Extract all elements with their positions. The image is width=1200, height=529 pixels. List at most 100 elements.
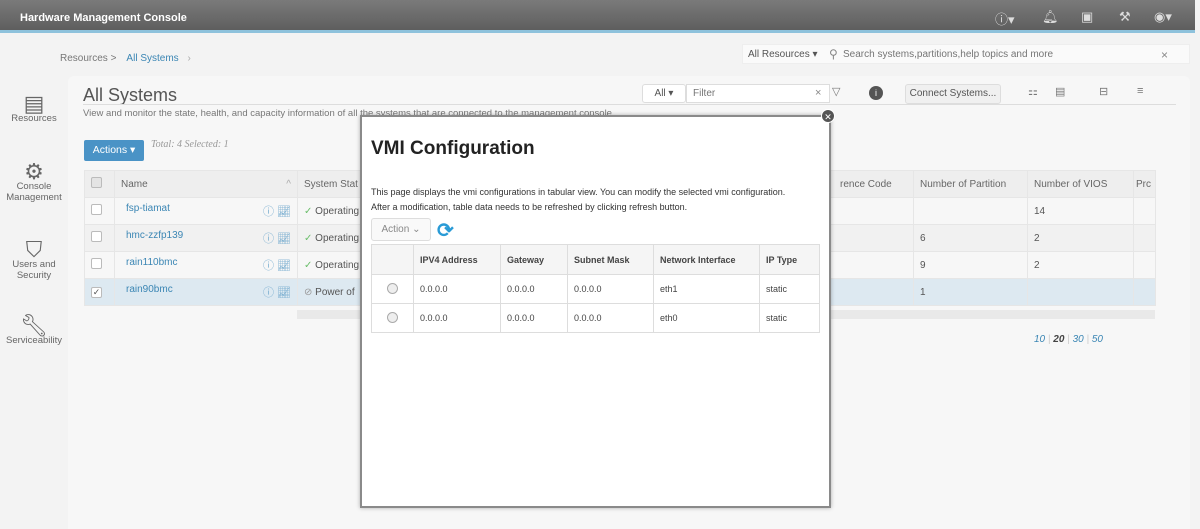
column-network-interface[interactable]: Network Interface (653, 244, 760, 275)
partitions-cell: 9 (913, 251, 1028, 279)
partitions-cell (913, 197, 1028, 225)
vios-cell: 14 (1027, 197, 1134, 225)
performance-chart-icon[interactable]: 📈︎ (277, 260, 291, 272)
system-name-cell: rain90bmc ⓘ 📈︎ (114, 278, 298, 306)
row-checkbox[interactable] (91, 231, 102, 242)
column-ip-type[interactable]: IP Type (759, 244, 820, 275)
page-size-50[interactable]: 50 (1092, 334, 1103, 345)
column-status[interactable]: System Stat (297, 170, 368, 198)
column-settings-icon[interactable]: ≡ (1137, 85, 1143, 97)
breadcrumb-resources[interactable]: Resources > (60, 53, 116, 64)
row-checkbox[interactable] (91, 204, 102, 215)
row-checkbox[interactable]: ✓ (91, 286, 102, 298)
page-size-20[interactable]: 20 (1053, 334, 1064, 345)
topology-icon[interactable]: ⊟ (1099, 85, 1108, 98)
global-search: All Resources ▾ ⚲ × (742, 44, 1190, 64)
shield-icon: ⛉ (25, 237, 43, 262)
wrench-icon[interactable]: ⚒ (1119, 9, 1131, 25)
sidebar-item-label: Serviceability (6, 335, 62, 346)
sidebar-item-console-management[interactable]: ⚙ Console Management (0, 161, 68, 204)
table-row[interactable]: 0.0.0.0 0.0.0.0 0.0.0.0 eth1 static (371, 274, 820, 304)
cell: 0.0.0.0 (500, 274, 568, 304)
column-subnet[interactable]: Subnet Mask (567, 244, 654, 275)
info-icon[interactable]: ⓘ (263, 206, 274, 218)
column-vios[interactable]: Number of VIOS (1027, 170, 1134, 198)
actions-button[interactable]: Actions ▾ (84, 140, 144, 161)
performance-chart-icon[interactable]: 📈︎ (277, 206, 291, 218)
performance-chart-icon[interactable]: 📈︎ (277, 233, 291, 245)
page-size-10[interactable]: 10 (1034, 334, 1045, 345)
column-name[interactable]: Name ^ (114, 170, 298, 198)
select-all-checkbox[interactable] (91, 177, 102, 188)
grid-view-icon[interactable]: ⚏ (1028, 85, 1038, 98)
row-checkbox[interactable] (91, 258, 102, 269)
sidebar-item-resources[interactable]: ▤ Resources (0, 91, 68, 125)
table-row[interactable]: 0.0.0.0 0.0.0.0 0.0.0.0 eth0 static (371, 303, 820, 333)
app-title: Hardware Management Console (20, 12, 187, 24)
row-select[interactable] (84, 251, 115, 279)
row-select[interactable] (371, 303, 414, 333)
processors-cell (1133, 251, 1156, 279)
status-text: Operating (315, 205, 360, 217)
search-scope-label: All Resources (748, 49, 810, 60)
partitions-cell: 6 (913, 224, 1028, 252)
row-select[interactable] (371, 274, 414, 304)
system-name-link[interactable]: rain90bmc (126, 284, 173, 295)
close-dialog-button[interactable]: ✕ (821, 109, 835, 123)
column-processors[interactable]: Prc (1133, 170, 1156, 198)
info-icon[interactable]: ⓘ (263, 287, 274, 299)
row-select[interactable] (84, 197, 115, 225)
user-icon[interactable]: ◉▾ (1154, 9, 1172, 25)
list-view-icon[interactable]: ▤ (1055, 85, 1065, 98)
sidebar-item-label: Resources (11, 113, 57, 124)
vmi-table: IPV4 Address Gateway Subnet Mask Network… (371, 244, 820, 333)
status-cell: ✓ Operating (297, 224, 368, 252)
info-icon[interactable]: ⓘ (263, 260, 274, 272)
column-gateway[interactable]: Gateway (500, 244, 568, 275)
clipboard-icon[interactable]: ▣ (1081, 9, 1093, 25)
row-select[interactable]: ✓ (84, 278, 115, 306)
performance-chart-icon[interactable]: 📈︎ (277, 287, 291, 299)
row-radio[interactable] (387, 311, 398, 323)
cell: 0.0.0.0 (413, 303, 501, 333)
breadcrumb-all-systems[interactable]: All Systems (126, 53, 178, 64)
processors-cell (1133, 197, 1156, 225)
row-select[interactable] (84, 224, 115, 252)
refresh-icon[interactable]: ⟳ (437, 218, 454, 243)
cell: eth1 (653, 274, 760, 304)
filter-scope-select[interactable]: All ▾ (642, 84, 686, 103)
status-cell: ✓ Operating (297, 197, 368, 225)
help-icon[interactable]: ⓘ▾ (995, 9, 1015, 28)
funnel-icon[interactable]: ▽ (832, 85, 840, 98)
search-clear-icon[interactable]: × (1161, 48, 1168, 62)
filter-input[interactable] (686, 84, 830, 103)
info-icon[interactable]: ⓘ (263, 233, 274, 245)
processors-cell (1133, 278, 1156, 306)
server-icon: ▤ (23, 91, 45, 116)
filter-clear-icon[interactable]: × (815, 87, 821, 99)
info-icon[interactable]: i (869, 86, 883, 100)
page-size-30[interactable]: 30 (1073, 334, 1084, 345)
action-dropdown[interactable]: Action ⌄ (371, 218, 431, 241)
row-radio[interactable] (387, 282, 398, 294)
system-name-link[interactable]: rain110bmc (126, 257, 178, 268)
vmi-configuration-dialog: VMI Configuration This page displays the… (360, 115, 831, 508)
system-name-link[interactable]: fsp-tiamat (126, 203, 170, 214)
status-text: Operating (315, 259, 360, 271)
search-scope-select[interactable]: All Resources ▾ (748, 49, 818, 60)
sidebar-item-serviceability[interactable]: 🔧︎ Serviceability (0, 315, 68, 347)
system-name-link[interactable]: hmc-zzfp139 (126, 230, 183, 241)
sidebar: ▤ Resources ⚙ Console Management ⛉ Users an… (0, 36, 68, 529)
dialog-title: VMI Configuration (371, 138, 535, 159)
sidebar-item-label: Users and Security (12, 259, 56, 281)
check-circle-icon: ✓ (304, 232, 313, 244)
bell-icon[interactable]: 🔔︎ (1042, 9, 1059, 25)
sidebar-item-users-security[interactable]: ⛉ Users and Security (0, 237, 68, 282)
column-partitions[interactable]: Number of Partition (913, 170, 1028, 198)
column-label: Name (121, 178, 148, 190)
column-ipv4[interactable]: IPV4 Address (413, 244, 501, 275)
breadcrumb: Resources > All Systems › (60, 53, 191, 64)
select-all-header[interactable] (84, 170, 115, 198)
search-input[interactable] (843, 47, 1143, 62)
connect-systems-button[interactable]: Connect Systems... (905, 84, 1001, 104)
